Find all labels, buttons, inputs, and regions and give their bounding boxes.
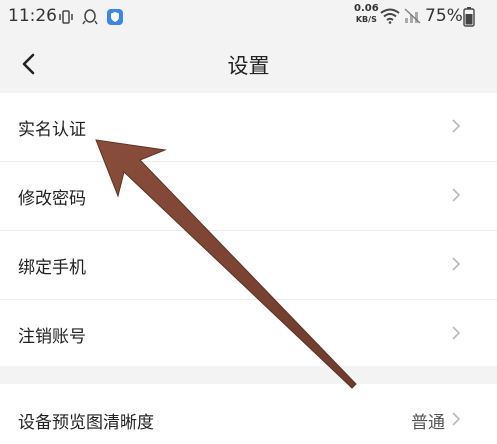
chevron-right-icon [452,257,461,271]
vibrate-icon [58,9,74,29]
section-divider [0,366,497,384]
status-notification-icons [58,8,124,30]
settings-row-real-name-verification[interactable]: 实名认证 [0,93,497,162]
network-speed-unit: KB/S [355,15,377,24]
row-label: 绑定手机 [18,258,86,278]
row-value: 普通 [411,413,445,433]
settings-row-delete-account[interactable]: 注销账号 [0,300,497,368]
settings-row-preview-clarity[interactable]: 设备预览图清晰度 普通 [0,384,497,444]
qq-icon [82,8,98,30]
navigation-header: 设置 [0,36,497,92]
row-label: 设备预览图清晰度 [18,413,154,433]
page-title: 设置 [227,54,270,78]
battery-icon [463,7,475,31]
settings-list-account: 实名认证 修改密码 绑定手机 注销账号 [0,93,497,368]
settings-row-change-password[interactable]: 修改密码 [0,162,497,231]
status-time: 11:26 [8,6,57,26]
row-label: 实名认证 [18,120,86,140]
settings-list-device: 设备预览图清晰度 普通 [0,384,497,444]
shield-app-icon [106,8,124,30]
settings-row-bind-phone[interactable]: 绑定手机 [0,231,497,300]
chevron-right-icon [452,412,461,426]
chevron-right-icon [452,188,461,202]
wifi-icon [380,8,400,28]
cellular-signal-icon [404,8,422,28]
network-speed-value: 0.06 [354,3,379,14]
row-label: 注销账号 [18,327,86,347]
status-bar: 11:26 0.06 KB/S 75% [0,0,497,36]
chevron-right-icon [452,326,461,340]
row-label: 修改密码 [18,189,86,209]
network-speed: 0.06 KB/S [354,4,379,25]
battery-percent: 75% [425,6,463,26]
chevron-right-icon [452,119,461,133]
